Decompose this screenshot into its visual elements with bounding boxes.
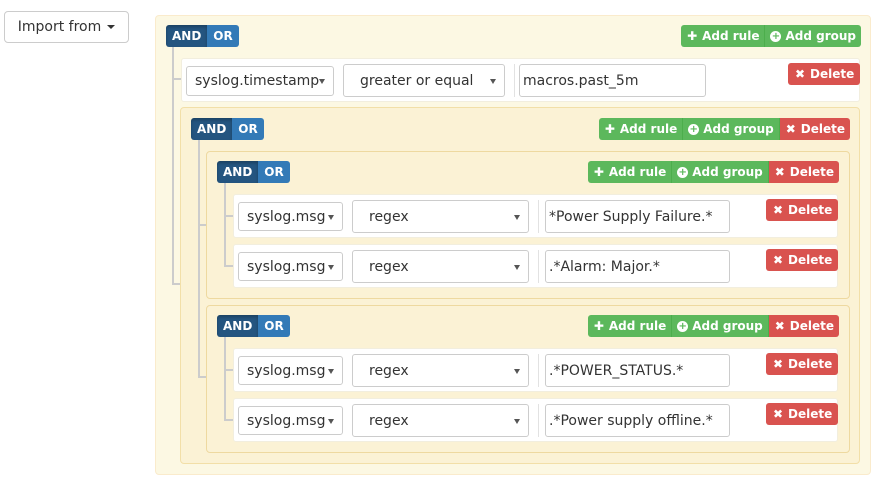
divider <box>538 250 539 283</box>
field-select[interactable]: syslog.timestamp <box>186 66 334 96</box>
operator-select[interactable]: regex <box>352 200 529 233</box>
plus-circle-icon: + <box>770 30 782 42</box>
import-from-button[interactable]: Import from <box>4 11 129 43</box>
root-and-button[interactable]: AND <box>166 25 208 47</box>
field-select[interactable]: syslog.msg <box>238 252 343 281</box>
delete-icon: ✖ <box>794 67 806 81</box>
plus-icon: ✚ <box>593 319 604 333</box>
subgroup-actions: ✚ Add rule + Add group ✖ Delete <box>587 315 839 337</box>
value-input[interactable]: .*Power supply offline.* <box>545 404 730 437</box>
subgroup-add-group-button[interactable]: + Add group <box>672 315 769 337</box>
root-or-button[interactable]: OR <box>207 25 239 47</box>
delete-icon: ✖ <box>785 122 796 136</box>
group-actions: ✚ Add rule + Add group ✖ Delete <box>598 118 850 140</box>
value-input[interactable]: .*Alarm: Major.* <box>545 250 730 283</box>
delete-icon: ✖ <box>772 203 784 217</box>
group-or-button[interactable]: OR <box>232 118 264 140</box>
operator-select[interactable]: greater or equal <box>343 64 505 97</box>
field-select[interactable]: syslog.msg <box>238 202 343 231</box>
group-condition-toggle: AND OR <box>191 118 264 140</box>
divider <box>514 64 515 97</box>
chevron-down-icon <box>328 368 334 374</box>
subgroup-add-group-button[interactable]: + Add group <box>672 161 769 183</box>
plus-icon: ✚ <box>593 165 604 179</box>
chevron-down-icon <box>514 214 520 220</box>
subgroup-delete-button[interactable]: ✖ Delete <box>768 315 839 337</box>
subgroup-condition-toggle: AND OR <box>217 161 290 183</box>
subgroup-and-button[interactable]: AND <box>217 161 259 183</box>
divider <box>538 354 539 387</box>
subgroup-actions: ✚ Add rule + Add group ✖ Delete <box>587 161 839 183</box>
field-select[interactable]: syslog.msg <box>238 356 343 385</box>
group-and-button[interactable]: AND <box>191 118 233 140</box>
delete-rule-button[interactable]: ✖ Delete <box>766 249 839 271</box>
plus-circle-icon: + <box>688 123 700 135</box>
value-input[interactable]: .*POWER_STATUS.* <box>545 354 730 387</box>
delete-rule-button[interactable]: ✖ Delete <box>766 199 839 221</box>
value-input[interactable]: macros.past_5m <box>519 64 706 97</box>
root-group-actions: ✚ Add rule + Add group <box>681 25 861 47</box>
plus-icon: ✚ <box>687 29 698 43</box>
chevron-down-icon <box>328 264 334 270</box>
subgroup-add-rule-button[interactable]: ✚ Add rule <box>587 161 673 183</box>
chevron-down-icon <box>328 418 334 424</box>
root-add-group-button[interactable]: + Add group <box>765 25 861 47</box>
chevron-down-icon <box>490 78 496 84</box>
delete-icon: ✖ <box>772 407 784 421</box>
chevron-down-icon <box>514 264 520 270</box>
subgroup-or-button[interactable]: OR <box>258 315 290 337</box>
subgroup-condition-toggle: AND OR <box>217 315 290 337</box>
delete-icon: ✖ <box>774 319 785 333</box>
divider <box>538 404 539 437</box>
group-delete-button[interactable]: ✖ Delete <box>779 118 850 140</box>
divider <box>538 200 539 233</box>
chevron-down-icon <box>328 214 334 220</box>
chevron-down-icon <box>514 418 520 424</box>
operator-select[interactable]: regex <box>352 250 529 283</box>
plus-circle-icon: + <box>677 166 689 178</box>
delete-icon: ✖ <box>772 357 784 371</box>
subgroup-or-button[interactable]: OR <box>258 161 290 183</box>
value-input[interactable]: *Power Supply Failure.* <box>545 200 730 233</box>
field-select[interactable]: syslog.msg <box>238 406 343 435</box>
delete-rule-button[interactable]: ✖ Delete <box>766 403 839 425</box>
import-from-label: Import from <box>17 19 102 35</box>
caret-down-icon <box>107 25 116 29</box>
delete-rule-button[interactable]: ✖ Delete <box>766 353 839 375</box>
plus-circle-icon: + <box>677 320 689 332</box>
delete-rule-button[interactable]: ✖ Delete <box>788 63 861 85</box>
chevron-down-icon <box>319 79 325 84</box>
chevron-down-icon <box>514 368 520 374</box>
root-condition-toggle: AND OR <box>166 25 239 47</box>
delete-icon: ✖ <box>772 253 784 267</box>
subgroup-and-button[interactable]: AND <box>217 315 259 337</box>
group-add-rule-button[interactable]: ✚ Add rule <box>598 118 684 140</box>
operator-select[interactable]: regex <box>352 354 529 387</box>
subgroup-delete-button[interactable]: ✖ Delete <box>768 161 839 183</box>
delete-icon: ✖ <box>774 165 785 179</box>
root-add-rule-button[interactable]: ✚ Add rule <box>681 25 766 47</box>
plus-icon: ✚ <box>604 122 615 136</box>
group-add-group-button[interactable]: + Add group <box>683 118 780 140</box>
operator-select[interactable]: regex <box>352 404 529 437</box>
subgroup-add-rule-button[interactable]: ✚ Add rule <box>587 315 673 337</box>
